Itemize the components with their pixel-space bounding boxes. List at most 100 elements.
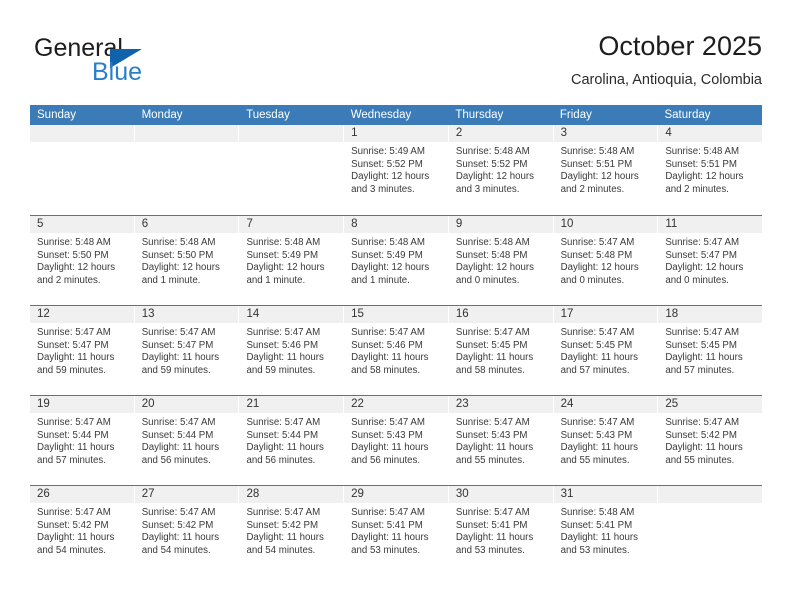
day-sunset-text: Sunset: 5:47 PM <box>665 249 737 261</box>
day-daylight2-text: and 1 minute. <box>246 274 306 286</box>
day-cell[interactable]: 16 Sunrise: 5:47 AM Sunset: 5:45 PM Dayligh… <box>447 306 553 395</box>
page-title: October 2025 <box>598 31 762 61</box>
day-number: 1 <box>344 125 448 142</box>
day-cell[interactable]: 28 Sunrise: 5:47 AM Sunset: 5:42 PM Dayligh… <box>238 486 344 575</box>
day-cell[interactable]: 11 Sunrise: 5:47 AM Sunset: 5:47 PM Dayligh… <box>657 216 763 305</box>
day-daylight1-text: Daylight: 11 hours <box>665 352 743 364</box>
day-daylight2-text: and 3 minutes. <box>455 183 520 195</box>
day-daylight1-text: Daylight: 12 hours <box>665 171 744 183</box>
day-number: 3 <box>553 125 658 142</box>
day-number <box>30 125 134 142</box>
day-sunrise-text: Sunrise: 5:47 AM <box>37 507 111 518</box>
calendar-grid: Sunday Monday Tuesday Wednesday Thursday Frid… <box>30 105 763 575</box>
day-sunset-text: Sunset: 5:45 PM <box>455 339 528 351</box>
day-sunrise-text: Sunrise: 5:48 AM <box>455 237 530 248</box>
day-details: Sunrise: 5:47 AM Sunset: 5:47 PM Daylight:… <box>30 323 134 377</box>
day-cell[interactable]: 4 Sunrise: 5:48 AM Sunset: 5:51 PM Daylight… <box>657 125 763 215</box>
day-sunset-text: Sunset: 5:50 PM <box>141 249 214 261</box>
day-cell[interactable]: 8 Sunrise: 5:48 AM Sunset: 5:49 PM Daylight… <box>343 216 448 305</box>
calendar-week-row: 1 Sunrise: 5:49 AM Sunset: 5:52 PM Daylight… <box>30 125 763 215</box>
day-daylight2-text: and 59 minutes. <box>246 364 316 376</box>
day-sunrise-text: Sunrise: 5:47 AM <box>246 417 321 428</box>
day-cell[interactable]: 27 Sunrise: 5:47 AM Sunset: 5:42 PM Dayligh… <box>133 486 239 575</box>
day-sunset-text: Sunset: 5:49 PM <box>246 249 319 261</box>
day-daylight2-text: and 0 minutes. <box>455 274 520 286</box>
day-daylight2-text: and 55 minutes. <box>665 454 735 466</box>
day-cell[interactable]: 31 Sunrise: 5:48 AM Sunset: 5:41 PM Dayligh… <box>552 486 658 575</box>
day-sunrise-text: Sunrise: 5:47 AM <box>351 507 425 518</box>
day-number: 10 <box>553 216 658 233</box>
day-daylight1-text: Daylight: 11 hours <box>246 442 324 454</box>
day-cell[interactable]: 25 Sunrise: 5:47 AM Sunset: 5:42 PM Dayligh… <box>657 396 763 485</box>
day-details: Sunrise: 5:48 AM Sunset: 5:49 PM Daylight:… <box>344 233 448 287</box>
day-cell[interactable]: 7 Sunrise: 5:48 AM Sunset: 5:49 PM Daylight… <box>238 216 344 305</box>
day-cell[interactable]: 2 Sunrise: 5:48 AM Sunset: 5:52 PM Daylight… <box>447 125 553 215</box>
day-cell[interactable]: 24 Sunrise: 5:47 AM Sunset: 5:43 PM Dayligh… <box>552 396 658 485</box>
day-sunset-text: Sunset: 5:43 PM <box>560 429 633 441</box>
day-sunset-text: Sunset: 5:52 PM <box>351 158 423 170</box>
day-sunset-text: Sunset: 5:51 PM <box>560 158 633 170</box>
day-cell[interactable]: 14 Sunrise: 5:47 AM Sunset: 5:46 PM Dayligh… <box>238 306 344 395</box>
day-number <box>239 125 344 142</box>
day-cell[interactable]: 17 Sunrise: 5:47 AM Sunset: 5:45 PM Dayligh… <box>552 306 658 395</box>
day-daylight1-text: Daylight: 12 hours <box>37 262 116 274</box>
weekday-header-wednesday: Wednesday <box>350 109 412 121</box>
day-number: 30 <box>448 486 553 503</box>
day-sunset-text: Sunset: 5:44 PM <box>37 429 109 441</box>
day-sunrise-text: Sunrise: 5:48 AM <box>246 237 321 248</box>
calendar-week-row: 12 Sunrise: 5:47 AM Sunset: 5:47 PM Dayligh… <box>30 305 763 395</box>
day-sunrise-text: Sunrise: 5:47 AM <box>246 327 321 338</box>
day-daylight1-text: Daylight: 11 hours <box>141 442 220 454</box>
day-cell[interactable]: 5 Sunrise: 5:48 AM Sunset: 5:50 PM Daylight… <box>30 216 134 305</box>
day-details: Sunrise: 5:47 AM Sunset: 5:43 PM Daylight:… <box>449 413 553 467</box>
calendar-week-row: 26 Sunrise: 5:47 AM Sunset: 5:42 PM Dayligh… <box>30 485 763 575</box>
day-cell[interactable]: 9 Sunrise: 5:48 AM Sunset: 5:48 PM Daylight… <box>447 216 553 305</box>
day-cell[interactable]: 19 Sunrise: 5:47 AM Sunset: 5:44 PM Dayligh… <box>30 396 134 485</box>
day-cell[interactable]: 20 Sunrise: 5:47 AM Sunset: 5:44 PM Dayligh… <box>133 396 239 485</box>
day-number: 24 <box>553 396 658 413</box>
day-cell[interactable]: 23 Sunrise: 5:47 AM Sunset: 5:43 PM Dayligh… <box>447 396 553 485</box>
general-blue-logo[interactable]: General Blue <box>34 34 274 92</box>
day-daylight1-text: Daylight: 12 hours <box>455 262 534 274</box>
day-daylight2-text: and 54 minutes. <box>246 544 316 556</box>
day-cell-empty <box>238 125 344 215</box>
day-cell[interactable]: 15 Sunrise: 5:47 AM Sunset: 5:46 PM Dayligh… <box>343 306 448 395</box>
day-sunrise-text: Sunrise: 5:48 AM <box>141 237 216 248</box>
day-details: Sunrise: 5:47 AM Sunset: 5:44 PM Daylight:… <box>30 413 134 467</box>
day-daylight1-text: Daylight: 11 hours <box>455 352 534 364</box>
day-daylight2-text: and 3 minutes. <box>351 183 415 195</box>
day-daylight1-text: Daylight: 12 hours <box>141 262 220 274</box>
day-cell[interactable]: 3 Sunrise: 5:48 AM Sunset: 5:51 PM Daylight… <box>552 125 658 215</box>
day-cell[interactable]: 21 Sunrise: 5:47 AM Sunset: 5:44 PM Dayligh… <box>238 396 344 485</box>
day-daylight2-text: and 2 minutes. <box>37 274 101 286</box>
day-cell[interactable]: 18 Sunrise: 5:47 AM Sunset: 5:45 PM Dayligh… <box>657 306 763 395</box>
day-sunset-text: Sunset: 5:41 PM <box>560 519 633 531</box>
day-cell[interactable]: 13 Sunrise: 5:47 AM Sunset: 5:47 PM Dayligh… <box>133 306 239 395</box>
day-daylight1-text: Daylight: 11 hours <box>560 352 638 364</box>
calendar-body: 1 Sunrise: 5:49 AM Sunset: 5:52 PM Daylight… <box>30 125 763 575</box>
day-cell[interactable]: 1 Sunrise: 5:49 AM Sunset: 5:52 PM Daylight… <box>343 125 448 215</box>
day-cell[interactable]: 12 Sunrise: 5:47 AM Sunset: 5:47 PM Dayligh… <box>30 306 134 395</box>
day-cell[interactable]: 26 Sunrise: 5:47 AM Sunset: 5:42 PM Dayligh… <box>30 486 134 575</box>
day-sunset-text: Sunset: 5:48 PM <box>455 249 528 261</box>
day-daylight2-text: and 55 minutes. <box>560 454 630 466</box>
day-details: Sunrise: 5:47 AM Sunset: 5:43 PM Daylight:… <box>344 413 448 467</box>
day-cell[interactable]: 29 Sunrise: 5:47 AM Sunset: 5:41 PM Dayligh… <box>343 486 448 575</box>
day-cell[interactable]: 6 Sunrise: 5:48 AM Sunset: 5:50 PM Daylight… <box>133 216 239 305</box>
day-sunrise-text: Sunrise: 5:47 AM <box>560 327 635 338</box>
day-number: 4 <box>658 125 763 142</box>
day-sunrise-text: Sunrise: 5:48 AM <box>560 507 635 518</box>
day-daylight1-text: Daylight: 12 hours <box>560 262 639 274</box>
day-sunset-text: Sunset: 5:41 PM <box>351 519 423 531</box>
day-details: Sunrise: 5:47 AM Sunset: 5:46 PM Daylight:… <box>344 323 448 377</box>
day-daylight1-text: Daylight: 11 hours <box>141 532 220 544</box>
day-sunset-text: Sunset: 5:42 PM <box>246 519 319 531</box>
day-cell[interactable]: 10 Sunrise: 5:47 AM Sunset: 5:48 PM Dayligh… <box>552 216 658 305</box>
day-details: Sunrise: 5:47 AM Sunset: 5:42 PM Daylight:… <box>30 503 134 557</box>
day-cell[interactable]: 30 Sunrise: 5:47 AM Sunset: 5:41 PM Dayligh… <box>447 486 553 575</box>
day-sunset-text: Sunset: 5:45 PM <box>560 339 633 351</box>
day-cell[interactable]: 22 Sunrise: 5:47 AM Sunset: 5:43 PM Dayligh… <box>343 396 448 485</box>
day-daylight2-text: and 0 minutes. <box>665 274 729 286</box>
day-daylight2-text: and 0 minutes. <box>560 274 625 286</box>
day-daylight2-text: and 57 minutes. <box>665 364 735 376</box>
